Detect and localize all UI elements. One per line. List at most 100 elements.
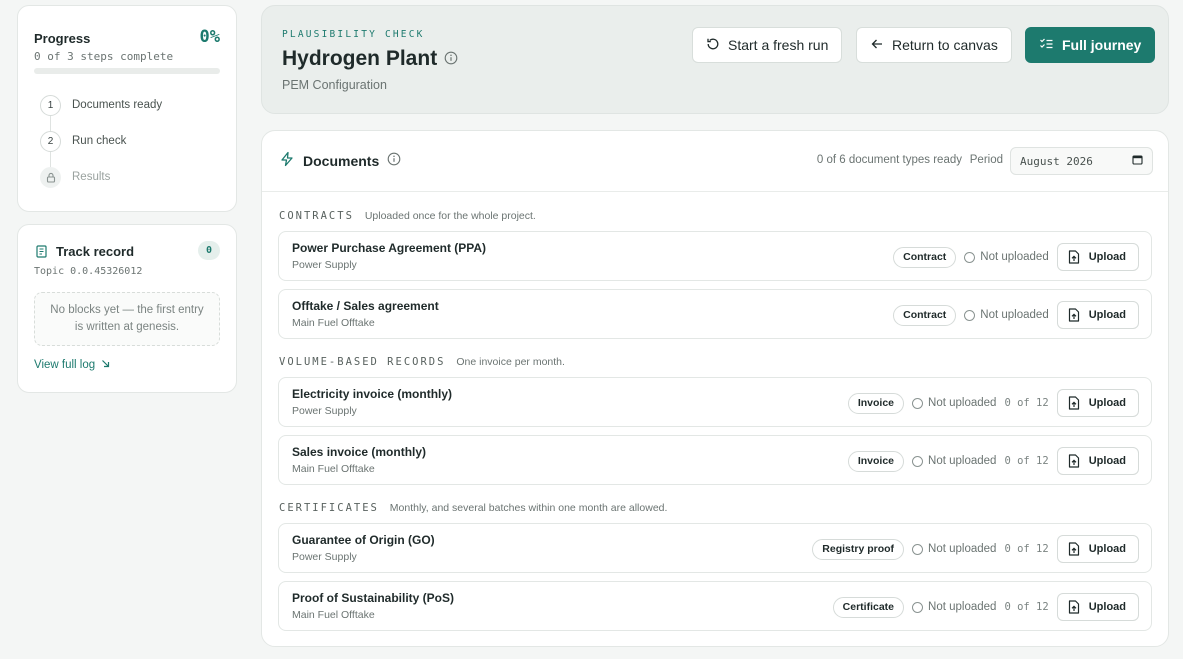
upload-count: 0 of 12 (1004, 543, 1049, 555)
progress-bar (34, 68, 220, 74)
document-type-tag: Certificate (832, 596, 905, 618)
documents-ready-count: 0 of 6 document types ready (816, 154, 962, 166)
status-circle-icon (912, 397, 924, 409)
upload-status: Not uploaded (912, 543, 996, 555)
section-volume-based-records: VOLUME-BASED RECORDS One invoice per mon… (279, 356, 565, 368)
documents-title: Documents (279, 151, 401, 170)
documents-header: Documents 0 of 6 document types ready Pe… (262, 131, 1168, 192)
upload-button[interactable]: Upload (1056, 243, 1139, 271)
section-certificates: CERTIFICATES Monthly, and several batche… (279, 502, 667, 514)
upload-button-label: Upload (1088, 601, 1126, 613)
upload-status: Not uploaded (912, 455, 996, 467)
status-circle-icon (912, 543, 924, 555)
upload-button-label: Upload (1088, 397, 1126, 409)
info-icon[interactable] (444, 47, 458, 71)
document-actions: Invoice Not uploaded 0 of 12 Upload (847, 389, 1139, 417)
start-fresh-run-label: Start a fresh run (728, 37, 829, 53)
progress-title: Progress (34, 31, 91, 46)
document-title: Guarantee of Origin (GO) (292, 533, 435, 547)
ledger-icon (35, 245, 48, 263)
step-label: Run check (72, 135, 127, 147)
document-subtitle: Main Fuel Offtake (292, 609, 375, 621)
document-type-tag: Registry proof (812, 538, 905, 560)
arrow-down-right-icon (101, 359, 110, 371)
track-record-empty-state: No blocks yet — the first entry is writt… (34, 292, 220, 346)
return-to-canvas-label: Return to canvas (892, 37, 998, 53)
step-number: 2 (40, 130, 61, 152)
document-actions: Invoice Not uploaded 0 of 12 Upload (847, 447, 1139, 475)
info-icon[interactable] (387, 152, 401, 169)
document-actions: Contract Not uploaded Upload (893, 243, 1139, 271)
document-row: Sales invoice (monthly) Main Fuel Offtak… (278, 435, 1152, 485)
page-title-text: Hydrogen Plant (282, 47, 438, 70)
upload-button[interactable]: Upload (1056, 535, 1139, 563)
upload-status-text: Not uploaded (980, 309, 1049, 321)
upload-button[interactable]: Upload (1056, 301, 1139, 329)
documents-title-text: Documents (303, 152, 380, 169)
start-fresh-run-button[interactable]: Start a fresh run (692, 27, 843, 63)
upload-button-label: Upload (1088, 455, 1126, 467)
checklist-icon (1039, 37, 1054, 54)
document-row: Proof of Sustainability (PoS) Main Fuel … (278, 581, 1152, 631)
document-actions: Certificate Not uploaded 0 of 12 Upload (832, 593, 1139, 621)
document-row: Guarantee of Origin (GO) Power Supply Re… (278, 523, 1152, 573)
upload-count: 0 of 12 (1004, 455, 1049, 467)
upload-status: Not uploaded (912, 601, 996, 613)
refresh-icon (706, 37, 720, 54)
documents-panel: Documents 0 of 6 document types ready Pe… (261, 130, 1169, 647)
step-label: Results (72, 171, 111, 183)
step-number: 1 (40, 94, 61, 116)
step-run-check[interactable]: 2 Run check (40, 130, 162, 152)
upload-status: Not uploaded (912, 397, 996, 409)
document-row: Offtake / Sales agreement Main Fuel Offt… (278, 289, 1152, 339)
step-documents-ready[interactable]: 1 Documents ready (40, 94, 162, 116)
upload-status-text: Not uploaded (980, 251, 1049, 263)
step-label: Documents ready (72, 99, 163, 111)
upload-status: Not uploaded (964, 309, 1049, 321)
upload-button[interactable]: Upload (1056, 593, 1139, 621)
upload-button[interactable]: Upload (1056, 389, 1139, 417)
document-row: Electricity invoice (monthly) Power Supp… (278, 377, 1152, 427)
view-full-log-link[interactable]: View full log (34, 359, 110, 371)
document-title: Offtake / Sales agreement (292, 299, 439, 313)
upload-button-label: Upload (1088, 309, 1126, 321)
period-month-input[interactable]: August 2026 (1010, 147, 1153, 175)
upload-button-label: Upload (1088, 543, 1126, 555)
upload-button[interactable]: Upload (1056, 447, 1139, 475)
upload-status-text: Not uploaded (928, 397, 997, 409)
step-list: 1 Documents ready 2 Run check Results (40, 94, 162, 202)
upload-count: 0 of 12 (1004, 397, 1049, 409)
track-record-title: Track record (56, 244, 135, 259)
status-circle-icon (912, 601, 924, 613)
progress-card: Progress 0% 0 of 3 steps complete 1 Docu… (17, 5, 237, 212)
section-name: VOLUME-BASED RECORDS (279, 356, 446, 368)
track-record-topic: Topic 0.0.45326012 (34, 266, 143, 277)
document-subtitle: Power Supply (292, 405, 357, 417)
document-title: Electricity invoice (monthly) (292, 387, 453, 401)
document-type-tag: Contract (893, 304, 957, 326)
track-record-card: Track record 0 Topic 0.0.45326012 No blo… (17, 224, 237, 393)
section-description: Monthly, and several batches within one … (389, 502, 668, 514)
full-journey-label: Full journey (1062, 37, 1142, 53)
calendar-icon[interactable] (1132, 154, 1143, 168)
section-name: CERTIFICATES (279, 502, 379, 514)
page-title: Hydrogen Plant (282, 47, 458, 71)
page-eyebrow: PLAUSIBILITY CHECK (282, 29, 425, 40)
period-value: August 2026 (1020, 154, 1093, 168)
upload-status: Not uploaded (964, 251, 1049, 263)
document-type-tag: Invoice (847, 450, 905, 472)
return-to-canvas-button[interactable]: Return to canvas (856, 27, 1012, 63)
section-description: One invoice per month. (456, 356, 565, 368)
document-type-tag: Invoice (847, 392, 905, 414)
full-journey-button[interactable]: Full journey (1025, 27, 1156, 63)
file-upload-icon (1068, 600, 1080, 614)
document-title: Power Purchase Agreement (PPA) (292, 241, 487, 255)
document-title: Sales invoice (monthly) (292, 445, 427, 459)
file-upload-icon (1068, 250, 1080, 264)
status-circle-icon (964, 251, 976, 263)
upload-status-text: Not uploaded (928, 543, 997, 555)
track-record-count-badge: 0 (198, 241, 220, 260)
document-actions: Contract Not uploaded Upload (893, 301, 1139, 329)
progress-percent: 0% (199, 27, 220, 47)
document-type-tag: Contract (893, 246, 957, 268)
